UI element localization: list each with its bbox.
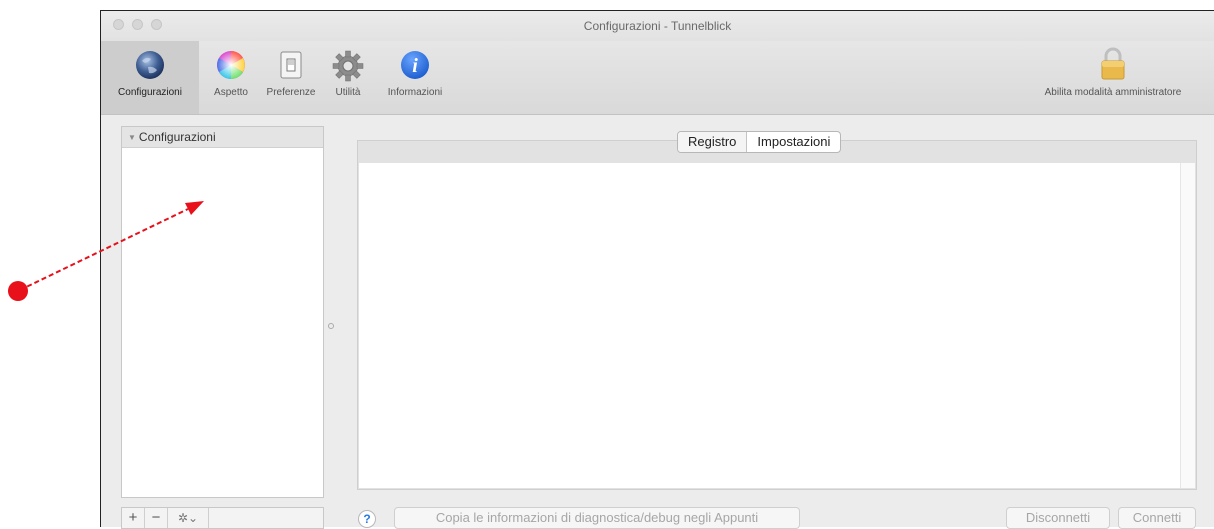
window-title: Configurazioni - Tunnelblick	[583, 19, 732, 33]
admin-mode-label: Abilita modalità amministratore	[1044, 87, 1182, 98]
disconnect-button[interactable]: Disconnetti	[1006, 507, 1110, 529]
admin-mode-button[interactable]: Abilita modalità amministratore	[1011, 41, 1214, 114]
toolbar: Configurazioni Aspetto Preferenze Utilit…	[101, 41, 1214, 115]
log-scrollbar[interactable]	[1180, 163, 1195, 488]
svg-text:i: i	[412, 55, 418, 77]
gear-icon	[331, 49, 365, 88]
help-button[interactable]: ?	[358, 510, 376, 528]
log-area[interactable]	[359, 163, 1195, 488]
copy-diagnostics-button[interactable]: Copia le informazioni di diagnostica/deb…	[394, 507, 800, 529]
light-switch-icon	[277, 49, 305, 86]
toolbar-configurazioni[interactable]: Configurazioni	[101, 41, 199, 114]
globe-icon	[134, 49, 166, 86]
toolbar-label: Preferenze	[266, 87, 316, 98]
toolbar-informazioni[interactable]: i Informazioni	[369, 41, 461, 114]
toolbar-preferenze[interactable]: Preferenze	[262, 41, 320, 114]
tab-bar: Registro Impostazioni	[677, 131, 842, 153]
annotation-dot	[8, 281, 28, 301]
configurations-list[interactable]: ▼ Configurazioni	[121, 126, 324, 498]
toolbar-aspetto[interactable]: Aspetto	[201, 41, 261, 114]
title-bar: Configurazioni - Tunnelblick	[101, 11, 1214, 41]
toolbar-label: Informazioni	[387, 87, 443, 98]
toolbar-label: Configurazioni	[118, 87, 182, 98]
configurations-header-label: Configurazioni	[138, 130, 216, 144]
color-wheel-icon	[215, 49, 247, 86]
disclosure-triangle-icon[interactable]: ▼	[128, 133, 136, 142]
toolbar-label: Aspetto	[214, 87, 248, 98]
toolbar-utilita[interactable]: Utilità	[323, 41, 373, 114]
lock-icon	[1098, 45, 1128, 88]
connect-button[interactable]: Connetti	[1118, 507, 1196, 529]
tab-registro[interactable]: Registro	[678, 132, 748, 152]
gear-menu-button[interactable]: ✲⌄	[168, 508, 209, 528]
info-icon: i	[399, 49, 431, 86]
remove-configuration-button[interactable]: −	[145, 508, 168, 528]
toolbar-label: Utilità	[335, 87, 361, 98]
sidebar-controls: + − ✲⌄	[121, 507, 324, 529]
split-view-handle[interactable]	[328, 323, 334, 329]
add-configuration-button[interactable]: +	[122, 508, 145, 528]
tab-impostazioni[interactable]: Impostazioni	[747, 132, 840, 152]
configurations-header[interactable]: ▼ Configurazioni	[122, 127, 323, 148]
